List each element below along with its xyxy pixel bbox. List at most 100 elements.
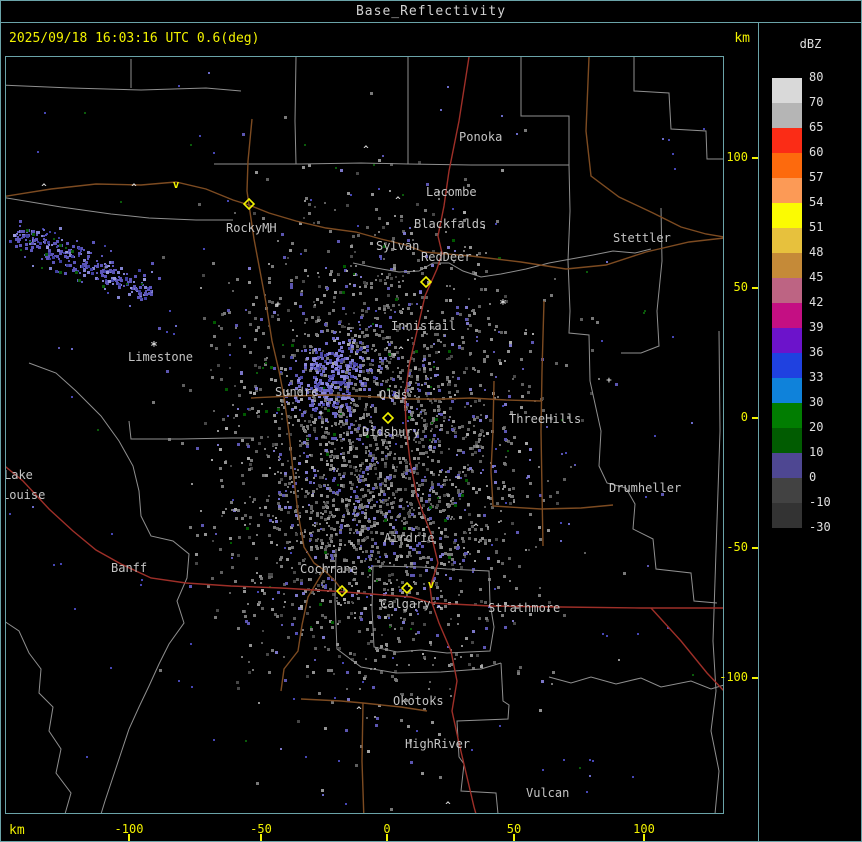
boundary-layer-line [6, 621, 72, 813]
city-label-strathmore: Strathmore [488, 601, 560, 615]
boundary-layer-line [6, 197, 233, 221]
caret-marker: ^ [131, 183, 137, 193]
colorbar-block [772, 103, 802, 128]
colorbar-block [772, 203, 802, 228]
colorbar-block [772, 253, 802, 278]
plus-marker: + [606, 376, 612, 386]
y-tick-label: 0 [740, 410, 748, 424]
y-axis-unit-label: km [734, 31, 750, 46]
colorbar-tick-label: 65 [809, 120, 824, 134]
colorbar-unit-label: dBZ [799, 37, 822, 51]
caret-marker: ^ [395, 196, 401, 206]
x-tick-mark [513, 834, 515, 841]
star-marker: * [499, 297, 506, 311]
x-tick-mark [386, 834, 388, 841]
plus-marker: + [318, 409, 324, 419]
x-tick-mark [643, 834, 645, 841]
colorbar-tick-label: -10 [809, 495, 831, 509]
colorbar-block [772, 403, 802, 428]
x-tick-mark [260, 834, 262, 841]
caret-marker: ^ [445, 801, 451, 811]
station-diamond-marker [381, 411, 395, 425]
vee-marker: v [428, 578, 435, 591]
colorbar-block [772, 228, 802, 253]
city-label-okotoks: Okotoks [393, 694, 444, 708]
caret-marker: ^ [473, 523, 479, 533]
colorbar-tick-label: 70 [809, 95, 824, 109]
city-label-didsbury: Didsbury [362, 425, 420, 439]
city-label-lacombe: Lacombe [426, 185, 477, 199]
colorbar-tick-label: 45 [809, 270, 824, 284]
city-label-highriver: HighRiver [405, 737, 470, 751]
city-label-reddeer: RedDeer [421, 250, 472, 264]
city-label-threehills: ThreeHills [509, 412, 581, 426]
x-tick-mark [128, 834, 130, 841]
boundary-layer-line [6, 84, 242, 92]
y-tick-label: -50 [726, 540, 748, 554]
city-label-rockymh: RockyMH [226, 221, 277, 235]
city-label-vulcan: Vulcan [526, 786, 569, 800]
city-label-banff: Banff [111, 561, 147, 575]
road-brown-layer-line [6, 181, 425, 253]
vee-marker: v [173, 178, 180, 191]
city-label-louise: Louise [6, 488, 45, 502]
colorbar-tick-label: 39 [809, 320, 824, 334]
city-label-innisfail: Innisfail [391, 319, 456, 333]
colorbar-block [772, 278, 802, 303]
colorbar-block [772, 503, 802, 528]
boundary-layer-line [710, 330, 721, 813]
city-label-sundre: Sundre [275, 385, 318, 399]
colorbar-block [772, 453, 802, 478]
echo-speckles [20, 112, 694, 769]
scan-timestamp: 2025/09/18 16:03:16 UTC 0.6(deg) [9, 31, 260, 46]
boundary-layer-line [520, 57, 570, 165]
caret-marker: ^ [363, 145, 369, 155]
road-brown-layer-line [585, 57, 723, 238]
star-marker: * [150, 339, 157, 353]
colorbar-panel: dBZ 80 70 65 60 57 54 51 48 45 42 39 36 33 30 20 10 0 -10… [758, 23, 861, 841]
echo-speckles [162, 163, 594, 767]
colorbar-tick-label: 42 [809, 295, 824, 309]
colorbar-block [772, 128, 802, 153]
city-label-limestone: Limestone [128, 350, 193, 364]
colorbar-block [772, 153, 802, 178]
radar-map-svg: Ponoka Lacombe Blackfalds SylvanRedDeer Stet… [6, 57, 723, 813]
colorbar-block [772, 78, 802, 103]
caret-marker: ^ [356, 706, 362, 716]
window-title: Base_Reflectivity [1, 1, 861, 23]
city-label-drumheller: Drumheller [609, 481, 681, 495]
radar-map-canvas[interactable]: Ponoka Lacombe Blackfalds Sylvan RedDeer Stet… [5, 56, 724, 814]
colorbar-tick-label: 0 [809, 470, 817, 484]
city-label-olds: Olds [379, 388, 408, 402]
caret-marker: ^ [41, 183, 47, 193]
y-tick-label: 100 [726, 150, 748, 164]
colorbar-block [772, 328, 802, 353]
boundary-layer-line [633, 57, 723, 160]
city-label-blackfalds: Blackfalds [414, 217, 486, 231]
city-label-stettler: Stettler [613, 231, 671, 245]
colorbar-block [772, 428, 802, 453]
boundary-layer-line [128, 420, 254, 440]
radar-main-panel: 2025/09/18 16:03:16 UTC 0.6(deg) km Pono… [1, 23, 759, 841]
colorbar-tick-label: 20 [809, 420, 824, 434]
city-label-lake: Lake [6, 468, 33, 482]
colorbar-tick-label: 80 [809, 70, 824, 84]
colorbar-tick-label: 33 [809, 370, 824, 384]
boundary-layer-line [28, 362, 190, 813]
colorbar-tick-label: 48 [809, 245, 824, 259]
x-axis-unit-label: km [9, 823, 25, 838]
city-label-airdrie: Airdrie [384, 531, 435, 545]
road-brown-layer-line [361, 702, 365, 813]
echo-speckles [211, 211, 534, 753]
colorbar-tick-label: 60 [809, 145, 824, 159]
colorbar-tick-label: 30 [809, 395, 824, 409]
city-label-ponoka: Ponoka [459, 130, 502, 144]
colorbar-block [772, 303, 802, 328]
radar-viewer-window: Base_Reflectivity 2025/09/18 16:03:16 UT… [0, 0, 862, 842]
echo-speckles [58, 133, 664, 764]
caret-marker: ^ [398, 346, 404, 356]
colorbar-block [772, 353, 802, 378]
echo-speckles [9, 228, 149, 300]
colorbar-tick-label: 36 [809, 345, 824, 359]
city-label-cochrane: Cochrane [300, 562, 358, 576]
